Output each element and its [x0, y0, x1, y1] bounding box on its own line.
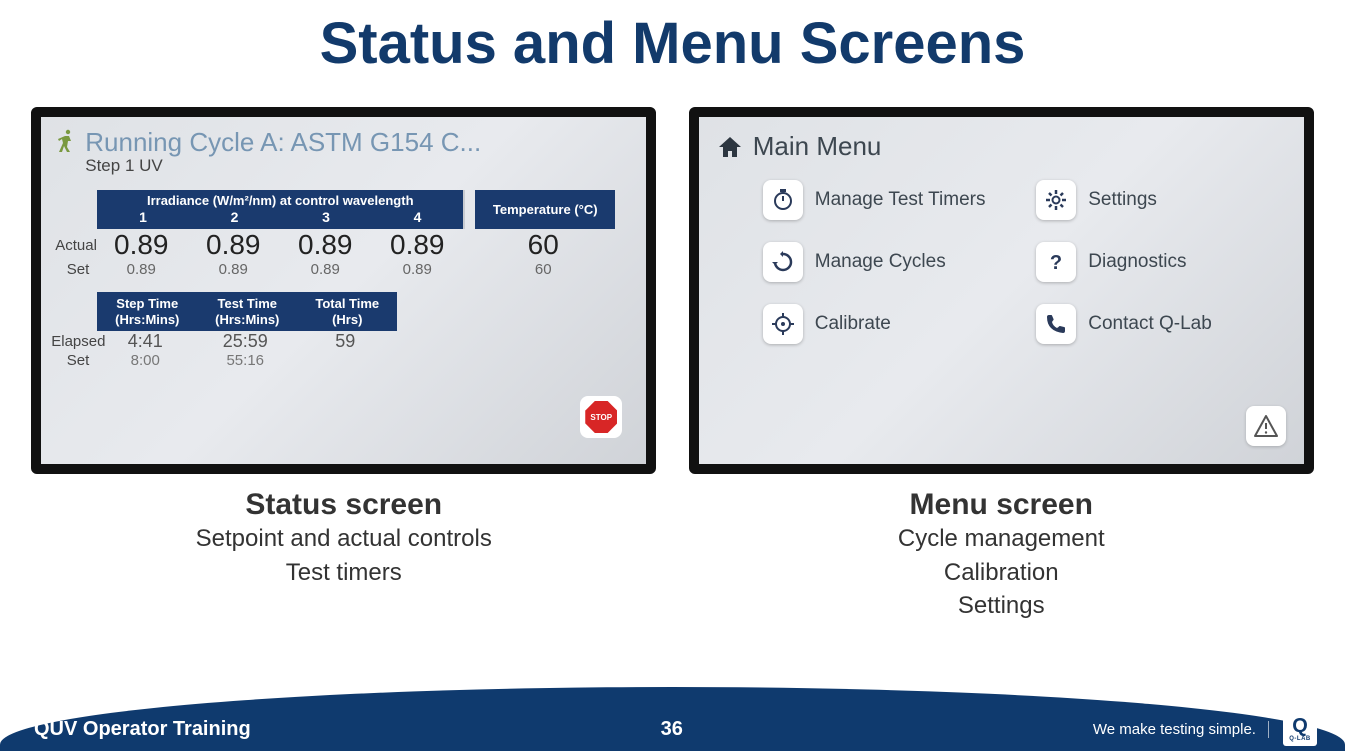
left-caption-heading: Status screen — [196, 488, 492, 522]
svg-text:?: ? — [1050, 252, 1062, 274]
qlab-logo: Q Q-LAB — [1283, 712, 1317, 746]
warning-button[interactable] — [1246, 406, 1286, 446]
actual-irr-2: 0.89 — [187, 229, 279, 261]
irr-col-3: 3 — [280, 208, 372, 229]
left-caption-line-2: Test timers — [196, 556, 492, 590]
set-row-label: Set — [55, 261, 95, 278]
cycle-icon — [763, 242, 803, 282]
menu-label: Diagnostics — [1088, 251, 1186, 273]
footer-page-number: 36 — [661, 718, 683, 741]
gear-icon — [1036, 180, 1076, 220]
target-icon — [763, 304, 803, 344]
set-time-row-label: Set — [51, 352, 95, 369]
menu-label: Calibrate — [815, 313, 891, 335]
menu-label: Manage Test Timers — [815, 189, 986, 211]
elapsed-test: 25:59 — [195, 331, 295, 352]
phone-icon — [1036, 304, 1076, 344]
time-table: Step Time (Hrs:Mins) Test Time (Hrs:Mins… — [97, 292, 630, 369]
step-time-header: Step Time (Hrs:Mins) — [97, 292, 197, 331]
actual-irr-4: 0.89 — [371, 229, 463, 261]
elapsed-total: 59 — [295, 331, 395, 352]
right-caption-heading: Menu screen — [898, 488, 1105, 522]
menu-screen-panel: Main Menu Manage Test Timers Settings Ma… — [689, 107, 1314, 474]
menu-manage-cycles[interactable]: Manage Cycles — [763, 242, 1007, 282]
set-irr-2: 0.89 — [187, 261, 279, 278]
timer-icon — [763, 180, 803, 220]
set-total-time — [295, 352, 395, 369]
total-time-header: Total Time (Hrs) — [297, 292, 397, 331]
elapsed-row-label: Elapsed — [51, 333, 95, 350]
stop-button[interactable]: STOP — [580, 396, 622, 438]
set-temp: 60 — [473, 261, 613, 278]
running-icon — [57, 129, 75, 153]
actual-irr-1: 0.89 — [95, 229, 187, 261]
cycle-title: Running Cycle A: ASTM G154 C... — [85, 127, 481, 158]
left-caption-line-1: Setpoint and actual controls — [196, 522, 492, 556]
actual-irr-3: 0.89 — [279, 229, 371, 261]
irr-col-2: 2 — [189, 208, 281, 229]
warning-icon — [1253, 414, 1279, 438]
menu-settings[interactable]: Settings — [1036, 180, 1280, 220]
footer-tagline: We make testing simple. — [1093, 721, 1269, 738]
slide-footer: QUV Operator Training 36 We make testing… — [0, 685, 1345, 751]
set-irr-1: 0.89 — [95, 261, 187, 278]
set-step-time: 8:00 — [95, 352, 195, 369]
status-screen-panel: Running Cycle A: ASTM G154 C... Step 1 U… — [31, 107, 656, 474]
actual-row-label: Actual — [55, 237, 95, 254]
set-irr-4: 0.89 — [371, 261, 463, 278]
menu-label: Settings — [1088, 189, 1157, 211]
irr-col-4: 4 — [372, 208, 464, 229]
right-caption-line-2: Calibration — [898, 556, 1105, 590]
home-icon[interactable] — [717, 135, 743, 159]
stop-icon: STOP — [585, 401, 617, 433]
question-icon: ? — [1036, 242, 1076, 282]
menu-diagnostics[interactable]: ? Diagnostics — [1036, 242, 1280, 282]
temperature-header: Temperature (°C) — [475, 190, 615, 229]
slide-title: Status and Menu Screens — [0, 0, 1345, 77]
actual-temp: 60 — [473, 229, 613, 261]
menu-manage-test-timers[interactable]: Manage Test Timers — [763, 180, 1007, 220]
main-menu-title: Main Menu — [753, 131, 882, 162]
right-caption-line-3: Settings — [898, 589, 1105, 623]
step-label: Step 1 UV — [85, 156, 481, 176]
right-caption-line-1: Cycle management — [898, 522, 1105, 556]
menu-label: Contact Q-Lab — [1088, 313, 1212, 335]
menu-calibrate[interactable]: Calibrate — [763, 304, 1007, 344]
set-irr-3: 0.89 — [279, 261, 371, 278]
elapsed-step: 4:41 — [95, 331, 195, 352]
menu-contact[interactable]: Contact Q-Lab — [1036, 304, 1280, 344]
irradiance-header: Irradiance (W/m²/nm) at control waveleng… — [97, 190, 463, 208]
irr-col-1: 1 — [97, 208, 189, 229]
menu-label: Manage Cycles — [815, 251, 946, 273]
test-time-header: Test Time (Hrs:Mins) — [197, 292, 297, 331]
set-test-time: 55:16 — [195, 352, 295, 369]
footer-left-text: QUV Operator Training — [34, 718, 251, 741]
irradiance-table: Irradiance (W/m²/nm) at control waveleng… — [97, 190, 630, 278]
